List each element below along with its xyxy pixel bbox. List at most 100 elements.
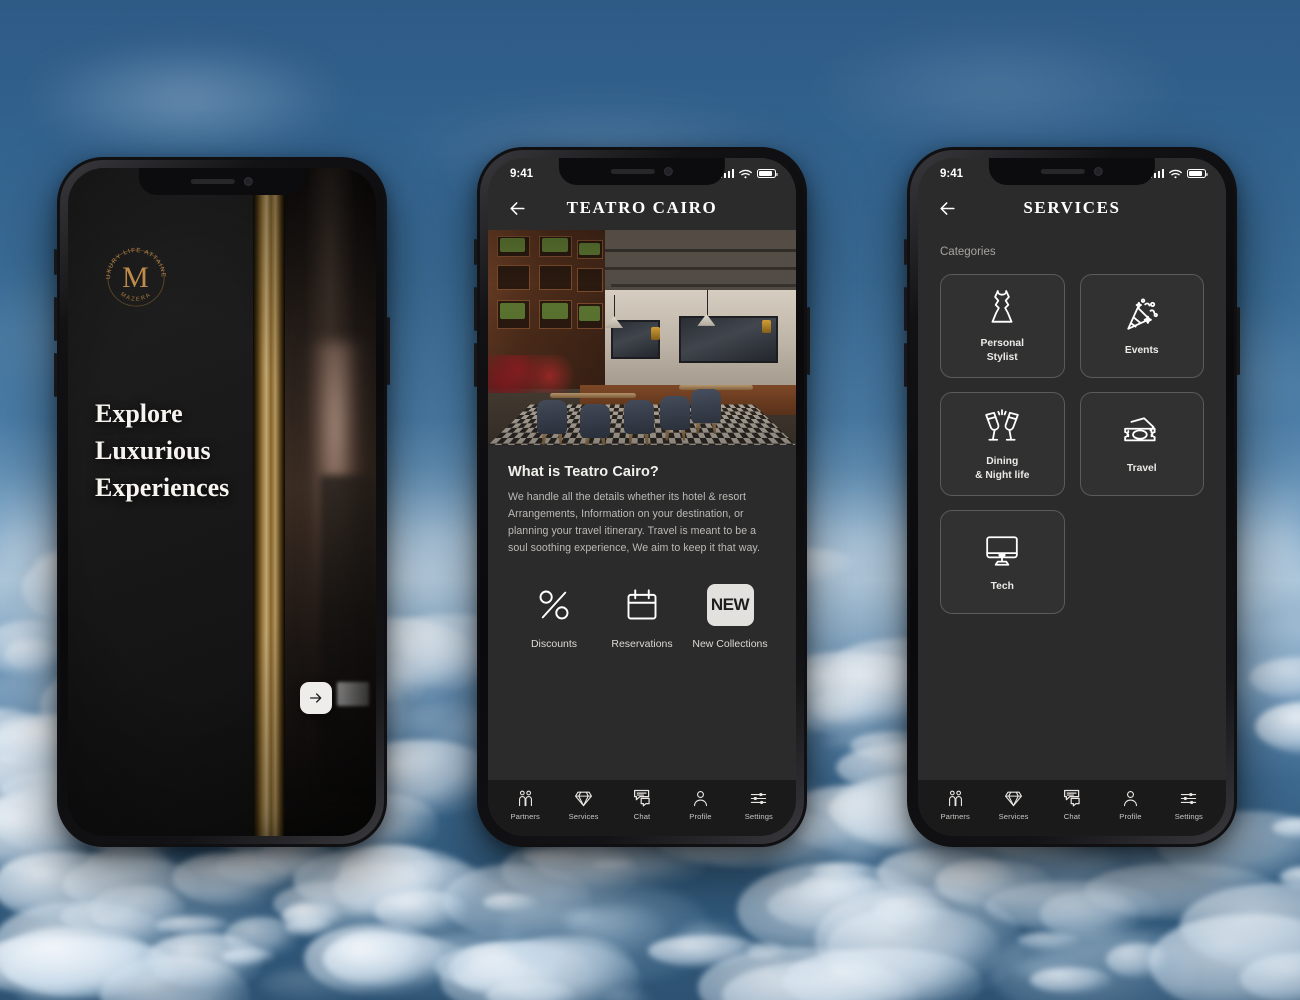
tab-bar: Partners Services Chat Profile Settings: [488, 780, 796, 836]
tab-partners[interactable]: Partners: [496, 789, 554, 821]
cloud-puff: [225, 917, 298, 958]
cloud-puff: [1105, 942, 1170, 978]
phone-mockup-onboarding: LUXURY LIFE ATTAINED MAZERA M Explore Lu…: [54, 157, 390, 847]
tab-label: Profile: [1119, 812, 1142, 821]
quick-actions-row: Discounts Reservations NEW New Collectio…: [488, 558, 796, 651]
percent-icon: [536, 584, 572, 626]
status-time: 9:41: [510, 167, 534, 180]
about-heading: What is Teatro Cairo?: [508, 464, 659, 480]
dress-icon: [985, 288, 1019, 328]
tab-label: Partners: [940, 812, 970, 821]
tab-label: Settings: [1174, 812, 1203, 821]
calendar-icon: [624, 584, 660, 626]
screen-onboarding: LUXURY LIFE ATTAINED MAZERA M Explore Lu…: [68, 168, 376, 836]
tab-chat[interactable]: Chat: [1043, 789, 1101, 821]
new-badge-icon: NEW: [706, 583, 754, 626]
back-button[interactable]: [934, 195, 960, 221]
cloud-wisp: [26, 40, 346, 160]
tab-label: Services: [998, 812, 1029, 821]
categories-label: Categories: [940, 246, 996, 258]
wifi-icon: [1169, 169, 1182, 178]
screen-services: 9:41 SERVICES Categories Personal Stylis…: [918, 158, 1226, 836]
tab-settings[interactable]: Settings: [730, 789, 788, 821]
quick-action-new-collections[interactable]: NEW New Collections: [686, 583, 774, 651]
venue-hero-image: [488, 230, 796, 445]
settings-icon: [1179, 789, 1198, 808]
settings-icon: [749, 789, 768, 808]
category-card-dining-nightlife[interactable]: Dining & Night life: [940, 392, 1065, 496]
hero-line-3: Experiences: [95, 472, 230, 502]
cloud-puff: [0, 851, 135, 923]
quick-action-label: Discounts: [530, 637, 578, 650]
brand-logo: LUXURY LIFE ATTAINED MAZERA M: [98, 240, 174, 316]
back-arrow-icon: [509, 201, 525, 215]
page-title: SERVICES: [1023, 198, 1121, 217]
cloud-puff: [323, 931, 422, 988]
diamond-icon: [1004, 789, 1023, 808]
hero-line-1: Explore: [95, 399, 183, 428]
tab-services[interactable]: Services: [984, 789, 1042, 821]
category-label: Tech: [990, 580, 1014, 592]
cloud-puff: [215, 849, 320, 886]
tab-profile[interactable]: Profile: [1101, 789, 1159, 821]
quick-action-label: Reservations: [611, 637, 673, 650]
back-button[interactable]: [504, 195, 530, 221]
battery-icon: [1187, 168, 1208, 179]
phone-notch: [138, 168, 306, 195]
next-button[interactable]: [300, 682, 332, 714]
wifi-icon: [739, 169, 752, 178]
logo-monogram: M: [122, 261, 150, 294]
phone-notch: [988, 158, 1156, 185]
phone-mockup-services: 9:41 SERVICES Categories Personal Stylis…: [904, 147, 1240, 847]
cloud-puff: [0, 926, 155, 995]
diamond-icon: [574, 789, 593, 808]
quick-action-label: New Collections: [692, 637, 768, 650]
tab-services[interactable]: Services: [554, 789, 612, 821]
profile-icon: [691, 789, 710, 808]
about-body: We handle all the details whether its ho…: [508, 491, 760, 555]
arrow-right-icon: [310, 693, 322, 703]
category-card-tech[interactable]: Tech: [940, 510, 1065, 614]
screen-venue-detail: 9:41 TEATRO CAIRO What is Teatro Cairo? …: [488, 158, 796, 836]
tab-label: Services: [568, 812, 599, 821]
tab-label: Partners: [510, 812, 540, 821]
status-time: 9:41: [940, 167, 964, 180]
tab-label: Chat: [633, 812, 651, 821]
category-label: Personal Stylist: [980, 338, 1025, 363]
page-title: TEATRO CAIRO: [566, 198, 718, 217]
categories-grid: Personal Stylist Events Dining & Night l…: [918, 258, 1226, 614]
cloud-puff: [827, 906, 999, 986]
chat-icon: [1062, 789, 1083, 808]
cloud-puff: [374, 890, 468, 932]
category-card-personal-stylist[interactable]: Personal Stylist: [940, 274, 1065, 378]
quick-action-discounts[interactable]: Discounts: [510, 584, 598, 651]
party-popper-icon: [1124, 295, 1160, 335]
cheers-glasses-icon: [983, 406, 1021, 446]
tickets-icon: [1123, 413, 1161, 453]
quick-action-reservations[interactable]: Reservations: [598, 584, 686, 651]
new-badge-text: NEW: [706, 583, 754, 626]
partners-icon: [946, 789, 965, 808]
tab-settings[interactable]: Settings: [1160, 789, 1218, 821]
category-label: Dining & Night life: [975, 456, 1030, 481]
hero-headline: Explore Luxurious Experiences: [95, 396, 229, 507]
tab-label: Profile: [689, 812, 712, 821]
tab-profile[interactable]: Profile: [671, 789, 729, 821]
category-card-events[interactable]: Events: [1079, 274, 1204, 378]
hero-line-2: Luxurious: [95, 435, 211, 465]
battery-icon: [757, 168, 778, 179]
monitor-icon: [984, 531, 1020, 571]
cloud-puff: [936, 860, 1019, 904]
tab-label: Chat: [1063, 812, 1081, 821]
cloud-puff: [648, 935, 765, 968]
tab-chat[interactable]: Chat: [613, 789, 671, 821]
phone-mockup-venue-detail: 9:41 TEATRO CAIRO What is Teatro Cairo? …: [474, 147, 810, 847]
cloud-puff: [770, 952, 836, 978]
phone-notch: [558, 158, 726, 185]
category-label: Travel: [1126, 462, 1157, 474]
tab-label: Settings: [744, 812, 773, 821]
category-card-travel[interactable]: Travel: [1079, 392, 1204, 496]
category-label: Events: [1124, 344, 1159, 356]
tab-partners[interactable]: Partners: [926, 789, 984, 821]
cloud-wisp: [806, 20, 1186, 160]
